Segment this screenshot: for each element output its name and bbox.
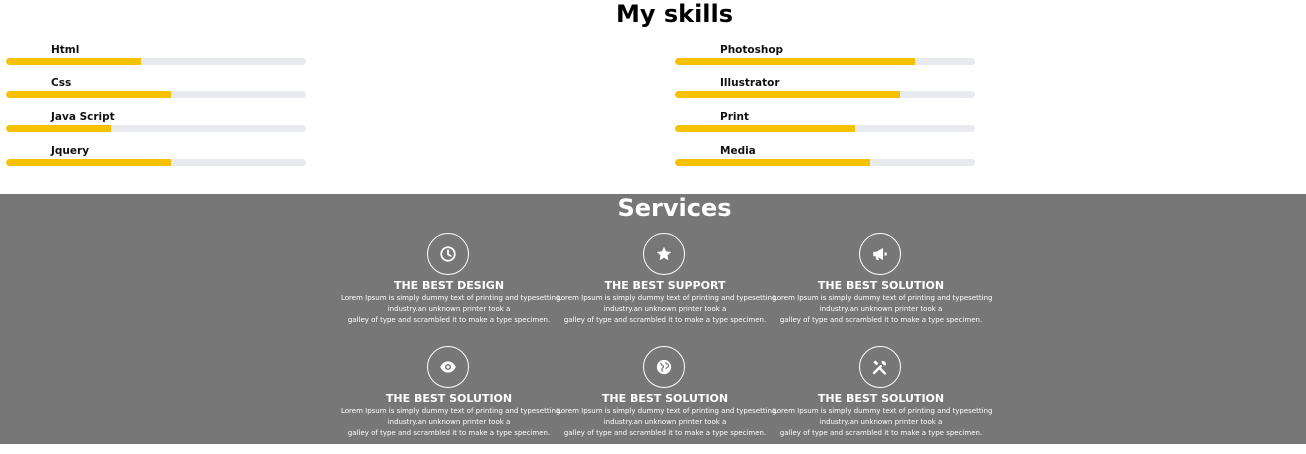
- service-card: THE BEST SOLUTION Lorem Ipsum is simply …: [773, 346, 993, 454]
- skill-progress-fill: [6, 91, 171, 98]
- service-description: Lorem Ipsum is simply dummy text of prin…: [773, 407, 993, 437]
- skill-label: Html: [51, 44, 80, 56]
- skill-label: Photoshop: [720, 44, 784, 56]
- service-title: THE BEST SOLUTION: [385, 392, 513, 405]
- service-title: THE BEST DESIGN: [393, 279, 505, 292]
- skills-section: My skills Html Css Java Script Jquery Ph…: [0, 0, 1306, 194]
- service-title: THE BEST SOLUTION: [601, 392, 729, 405]
- skill-progress-bar: [675, 91, 975, 98]
- skill-progress-bar: [675, 125, 975, 132]
- skill-label: Jquery: [51, 145, 90, 157]
- skill-progress-bar: [675, 58, 975, 65]
- skill-label: Css: [51, 77, 72, 89]
- service-description: Lorem Ipsum is simply dummy text of prin…: [557, 407, 777, 437]
- skill-progress-fill: [6, 125, 111, 132]
- clock-icon: [427, 233, 469, 275]
- tools-icon: [859, 346, 901, 388]
- skill-jquery: Jquery: [6, 144, 306, 174]
- skill-progress-bar: [6, 125, 306, 132]
- service-description: Lorem Ipsum is simply dummy text of prin…: [341, 294, 561, 324]
- skill-progress-bar: [6, 91, 306, 98]
- skill-label: Illustrator: [720, 77, 780, 89]
- skill-progress-bar: [6, 58, 306, 65]
- service-card: THE BEST SOLUTION Lorem Ipsum is simply …: [773, 233, 993, 341]
- skill-progress-fill: [675, 58, 915, 65]
- services-title: Services: [617, 194, 732, 222]
- skill-label: Java Script: [51, 111, 115, 123]
- skill-progress-bar: [675, 159, 975, 166]
- globe-icon: [643, 346, 685, 388]
- service-card: THE BEST SOLUTION Lorem Ipsum is simply …: [341, 346, 561, 454]
- skill-label: Print: [720, 111, 749, 123]
- skill-progress-bar: [6, 159, 306, 166]
- skill-progress-fill: [6, 58, 141, 65]
- skill-progress-fill: [6, 159, 171, 166]
- skill-media: Media: [675, 144, 975, 174]
- service-description: Lorem Ipsum is simply dummy text of prin…: [773, 294, 993, 324]
- skill-photoshop: Photoshop: [675, 43, 975, 73]
- skill-progress-fill: [675, 125, 855, 132]
- skill-css: Css: [6, 76, 306, 106]
- skill-print: Print: [675, 110, 975, 140]
- skill-progress-fill: [675, 159, 870, 166]
- skill-progress-fill: [675, 91, 900, 98]
- service-title: THE BEST SOLUTION: [817, 279, 945, 292]
- service-title: THE BEST SOLUTION: [817, 392, 945, 405]
- services-section: Services THE BEST DESIGN Lorem Ipsum is …: [0, 194, 1306, 444]
- service-description: Lorem Ipsum is simply dummy text of prin…: [557, 294, 777, 324]
- skill-javascript: Java Script: [6, 110, 306, 140]
- service-card: THE BEST SUPPORT Lorem Ipsum is simply d…: [557, 233, 777, 341]
- eye-icon: [427, 346, 469, 388]
- service-card: THE BEST SOLUTION Lorem Ipsum is simply …: [557, 346, 777, 454]
- skill-label: Media: [720, 145, 756, 157]
- star-icon: [643, 233, 685, 275]
- service-description: Lorem Ipsum is simply dummy text of prin…: [341, 407, 561, 437]
- skill-illustrator: Illustrator: [675, 76, 975, 106]
- service-card: THE BEST DESIGN Lorem Ipsum is simply du…: [341, 233, 561, 341]
- service-title: THE BEST SUPPORT: [604, 279, 726, 292]
- megaphone-icon: [859, 233, 901, 275]
- skills-title: My skills: [615, 0, 734, 28]
- skill-html: Html: [6, 43, 306, 73]
